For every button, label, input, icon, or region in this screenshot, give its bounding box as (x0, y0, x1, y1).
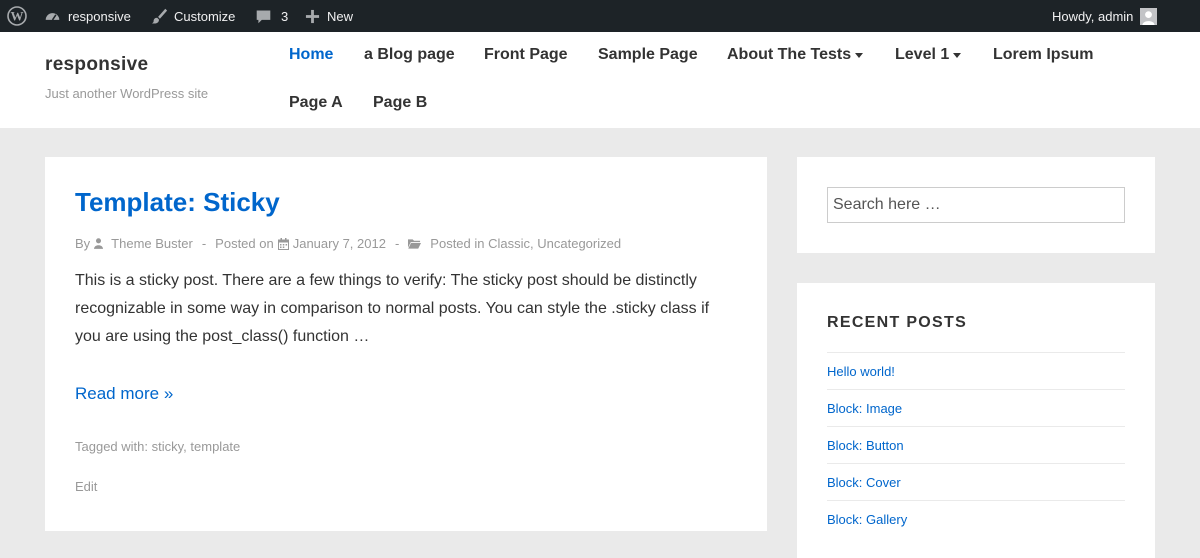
admin-bar-new[interactable]: New (305, 0, 353, 32)
meta-separator: - (201, 236, 207, 251)
recent-post-link[interactable]: Hello world! (827, 364, 895, 379)
admin-bar: W responsive Customize 3 New Howdy, admi… (0, 0, 1200, 32)
nav-item-page-b[interactable]: Page B (373, 94, 427, 112)
post-excerpt: This is a sticky post. There are a few t… (75, 272, 710, 345)
nav-item-label: Sample Page (598, 46, 698, 63)
recent-post-link[interactable]: Block: Gallery (827, 512, 907, 527)
tagged-with-label: Tagged with: (75, 439, 148, 454)
post-date-link[interactable]: January 7, 2012 (293, 236, 386, 251)
recent-post-link[interactable]: Block: Cover (827, 475, 901, 490)
nav-item-label: Page B (373, 94, 428, 111)
calendar-icon (277, 237, 289, 250)
nav-item-label: Page A (289, 94, 343, 111)
category-link-classic[interactable]: Classic (488, 236, 530, 251)
user-icon (94, 238, 104, 249)
list-item: Block: Image (827, 389, 1125, 426)
post-title[interactable]: Template: Sticky (75, 187, 280, 218)
site-tagline: Just another WordPress site (45, 86, 209, 101)
tag-link-template[interactable]: template (190, 439, 240, 454)
comments-count: 3 (281, 8, 289, 24)
site-title[interactable]: responsive (45, 54, 148, 76)
list-item: Block: Cover (827, 463, 1125, 500)
caret-down-icon (953, 53, 962, 58)
post-tags: Tagged with: sticky, template (75, 439, 240, 454)
list-item: Hello world! (827, 352, 1125, 389)
customize-label: Customize (174, 8, 236, 24)
avatar (1140, 7, 1158, 25)
widget-title: RECENT POSTS (827, 314, 968, 331)
new-label: New (327, 8, 354, 24)
posted-in-label: Posted in (430, 236, 485, 251)
wordpress-logo-icon[interactable]: W (7, 0, 27, 32)
brush-icon (150, 7, 168, 25)
nav-item-label: Front Page (484, 46, 568, 63)
nav-item-label: Home (289, 46, 334, 63)
recent-post-link[interactable]: Block: Button (827, 438, 904, 453)
search-input[interactable] (827, 187, 1125, 223)
nav-item-label: a Blog page (364, 46, 455, 63)
nav-item-level-1[interactable]: Level 1 (895, 46, 962, 64)
nav-item-blog-page[interactable]: a Blog page (364, 46, 455, 64)
meta-separator: - (394, 236, 400, 251)
nav-item-page-a[interactable]: Page A (289, 94, 343, 112)
post-meta: By Theme Buster - Posted on January 7, 2… (75, 236, 621, 251)
nav-item-lorem-ipsum[interactable]: Lorem Ipsum (993, 46, 1093, 64)
recent-post-link[interactable]: Block: Image (827, 401, 902, 416)
list-item: Block: Gallery (827, 500, 1125, 537)
site-name-label: responsive (68, 8, 131, 24)
nav-item-home[interactable]: Home (289, 46, 333, 64)
posted-on-label: Posted on (215, 236, 274, 251)
nav-item-front-page[interactable]: Front Page (484, 46, 568, 64)
nav-item-about-the-tests[interactable]: About The Tests (727, 46, 864, 64)
svg-text:W: W (11, 9, 24, 24)
category-comma: , (530, 236, 538, 251)
admin-bar-site-name[interactable]: responsive (44, 0, 131, 32)
admin-bar-comments[interactable]: 3 (255, 0, 288, 32)
admin-bar-account[interactable]: Howdy, admin (1052, 0, 1158, 32)
by-label: By (75, 236, 91, 251)
comment-icon (255, 8, 272, 25)
recent-posts-widget: RECENT POSTS Hello world! Block: Image B… (797, 283, 1155, 558)
post-author-link[interactable]: Theme Buster (111, 236, 193, 251)
nav-item-label: Lorem Ipsum (993, 46, 1094, 63)
plus-icon (305, 9, 320, 24)
caret-down-icon (855, 53, 864, 58)
nav-item-sample-page[interactable]: Sample Page (598, 46, 698, 64)
edit-post-link[interactable]: Edit (75, 479, 97, 494)
read-more-link[interactable]: Read more » (75, 384, 173, 404)
howdy-label: Howdy, admin (1052, 8, 1134, 24)
post-card: Template: Sticky By Theme Buster - Poste… (45, 157, 767, 531)
list-item: Block: Button (827, 426, 1125, 463)
folder-icon (408, 238, 422, 249)
nav-item-label: Level 1 (895, 46, 950, 63)
category-link-uncategorized[interactable]: Uncategorized (537, 236, 621, 251)
dashboard-icon (44, 8, 61, 25)
search-widget (797, 157, 1155, 253)
nav-item-label: About The Tests (727, 46, 852, 63)
tag-link-sticky[interactable]: sticky (152, 439, 184, 454)
admin-bar-customize[interactable]: Customize (150, 0, 235, 32)
recent-posts-list: Hello world! Block: Image Block: Button … (827, 352, 1125, 537)
site-header: responsive Just another WordPress site H… (0, 32, 1200, 128)
